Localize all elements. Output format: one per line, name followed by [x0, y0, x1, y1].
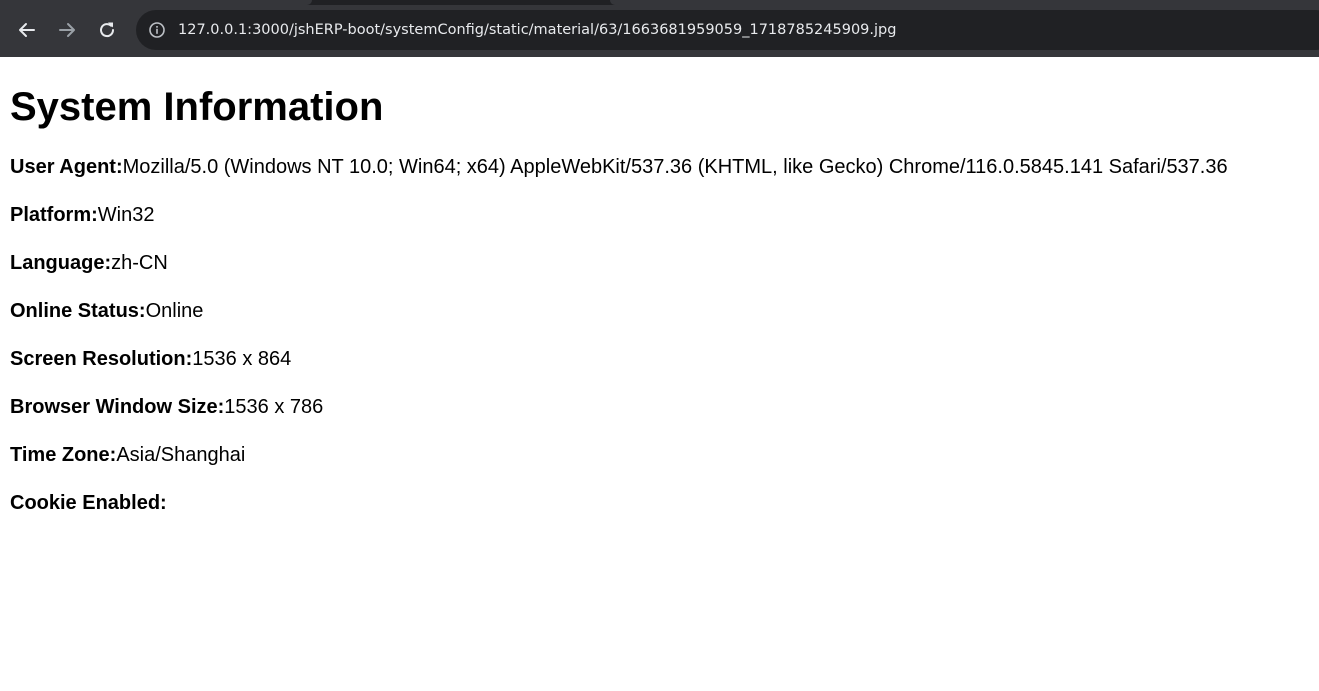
- info-label: Platform:: [10, 204, 98, 226]
- page-title: System Information: [10, 85, 384, 129]
- info-value: Mozilla/5.0 (Windows NT 10.0; Win64; x64…: [122, 156, 1228, 178]
- info-label: Language:: [10, 252, 112, 274]
- info-row-cookie-enabled: Cookie Enabled:: [10, 491, 167, 515]
- back-button[interactable]: [11, 14, 43, 46]
- tab-strip: [0, 0, 1319, 5]
- info-row-online-status: Online Status:Online: [10, 299, 203, 323]
- browser-toolbar: 127.0.0.1:3000/jshERP-boot/systemConfig/…: [0, 0, 1319, 57]
- info-value: Online: [145, 300, 204, 322]
- info-row-time-zone: Time Zone:Asia/Shanghai: [10, 443, 245, 467]
- url-text[interactable]: 127.0.0.1:3000/jshERP-boot/systemConfig/…: [178, 21, 896, 39]
- info-icon[interactable]: [148, 21, 166, 39]
- info-value: 1536 x 864: [192, 348, 292, 370]
- info-label: Browser Window Size:: [10, 396, 225, 418]
- info-value: zh-CN: [111, 252, 168, 274]
- info-label: User Agent:: [10, 156, 123, 178]
- info-label: Time Zone:: [10, 444, 117, 466]
- info-row-screen-resolution: Screen Resolution:1536 x 864: [10, 347, 291, 371]
- info-value: Win32: [97, 204, 155, 226]
- info-row-window-size: Browser Window Size:1536 x 786: [10, 395, 323, 419]
- back-arrow-icon: [19, 23, 35, 37]
- tab-strip-segment: [610, 0, 1319, 5]
- address-bar[interactable]: 127.0.0.1:3000/jshERP-boot/systemConfig/…: [136, 10, 1319, 50]
- info-row-platform: Platform:Win32: [10, 203, 155, 227]
- forward-button[interactable]: [51, 14, 83, 46]
- info-label: Cookie Enabled:: [10, 492, 167, 514]
- info-row-user-agent: User Agent:Mozilla/5.0 (Windows NT 10.0;…: [10, 155, 1228, 179]
- info-label: Online Status:: [10, 300, 146, 322]
- reload-icon: [100, 22, 115, 38]
- info-row-language: Language:zh-CN: [10, 251, 168, 275]
- reload-button[interactable]: [91, 14, 123, 46]
- info-label: Screen Resolution:: [10, 348, 193, 370]
- info-value: 1536 x 786: [224, 396, 324, 418]
- forward-arrow-icon: [59, 23, 75, 37]
- info-value: Asia/Shanghai: [116, 444, 246, 466]
- tab-strip-segment: [0, 0, 312, 5]
